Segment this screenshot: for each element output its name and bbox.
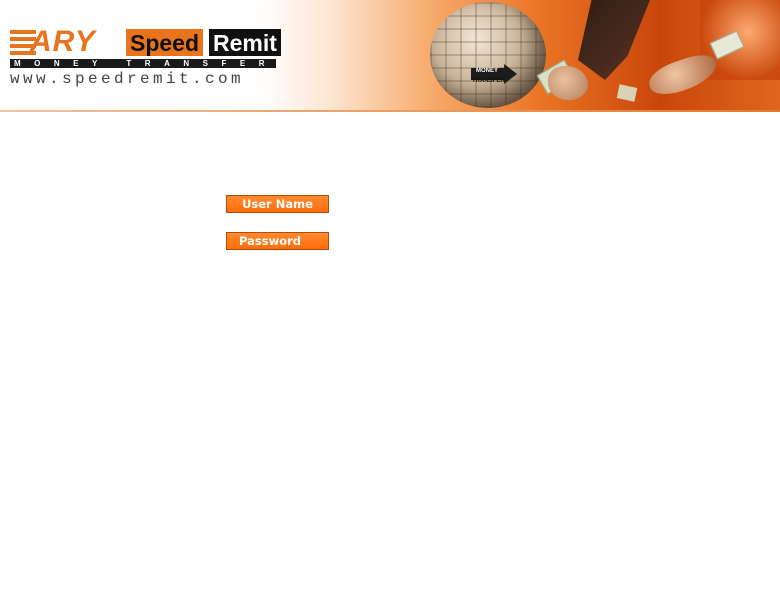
globe-label-money: MONEY: [476, 68, 499, 74]
ary-speedremit-logo: ARY Speed Remit MONEY TRANSFER www.speed…: [10, 25, 281, 90]
hand-image: [548, 66, 588, 100]
logo-speed-text: Speed: [126, 29, 204, 56]
logo-tagline: MONEY TRANSFER: [10, 59, 276, 68]
username-label: User Name: [226, 195, 329, 213]
hand-image: [645, 49, 721, 101]
site-url: www.speedremit.com: [10, 70, 245, 88]
banknote-image: [616, 84, 638, 102]
globe-label-transfer: TRANSFER: [472, 78, 505, 84]
header-banner: ARY Speed Remit MONEY TRANSFER www.speed…: [0, 0, 780, 110]
header-divider: [0, 110, 780, 112]
money-globe-icon: [430, 2, 546, 108]
logo-remit-text: Remit: [209, 29, 281, 56]
password-label: Password: [226, 232, 329, 250]
logo-ary-text: ARY: [30, 25, 96, 58]
